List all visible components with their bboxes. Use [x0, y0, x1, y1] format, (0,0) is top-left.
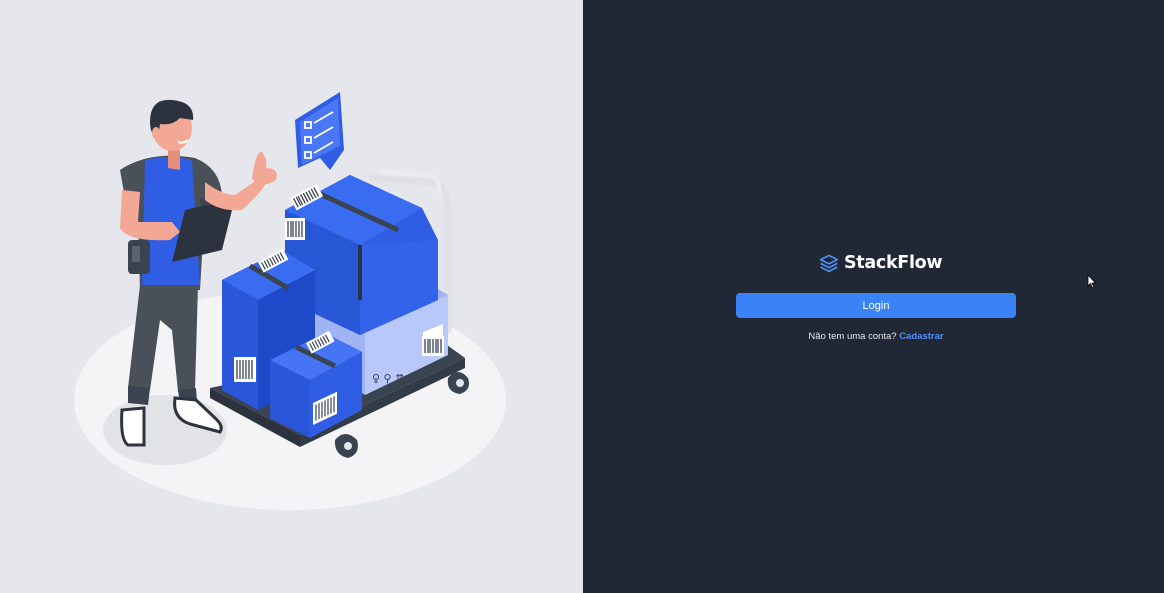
brand-name: StackFlow [844, 253, 943, 273]
signup-prompt: Não tem uma conta? [808, 331, 897, 342]
signup-line: Não tem uma conta? Cadastrar [736, 331, 1016, 342]
signup-link[interactable]: Cadastrar [899, 331, 943, 342]
layers-icon [819, 254, 839, 273]
mouse-cursor-icon [1087, 274, 1097, 289]
svg-text:♀ ⚲ ⇈: ♀ ⚲ ⇈ [372, 372, 404, 385]
login-panel: StackFlow Login Não tem uma conta? Cadas… [583, 0, 1164, 593]
illustration-panel: ♀ ⚲ ⇈ [0, 0, 583, 593]
delivery-illustration: ♀ ⚲ ⇈ [74, 92, 506, 510]
checklist-bubble [295, 92, 344, 170]
brand-logo: StackFlow [819, 251, 943, 275]
login-button[interactable]: Login [736, 293, 1016, 318]
